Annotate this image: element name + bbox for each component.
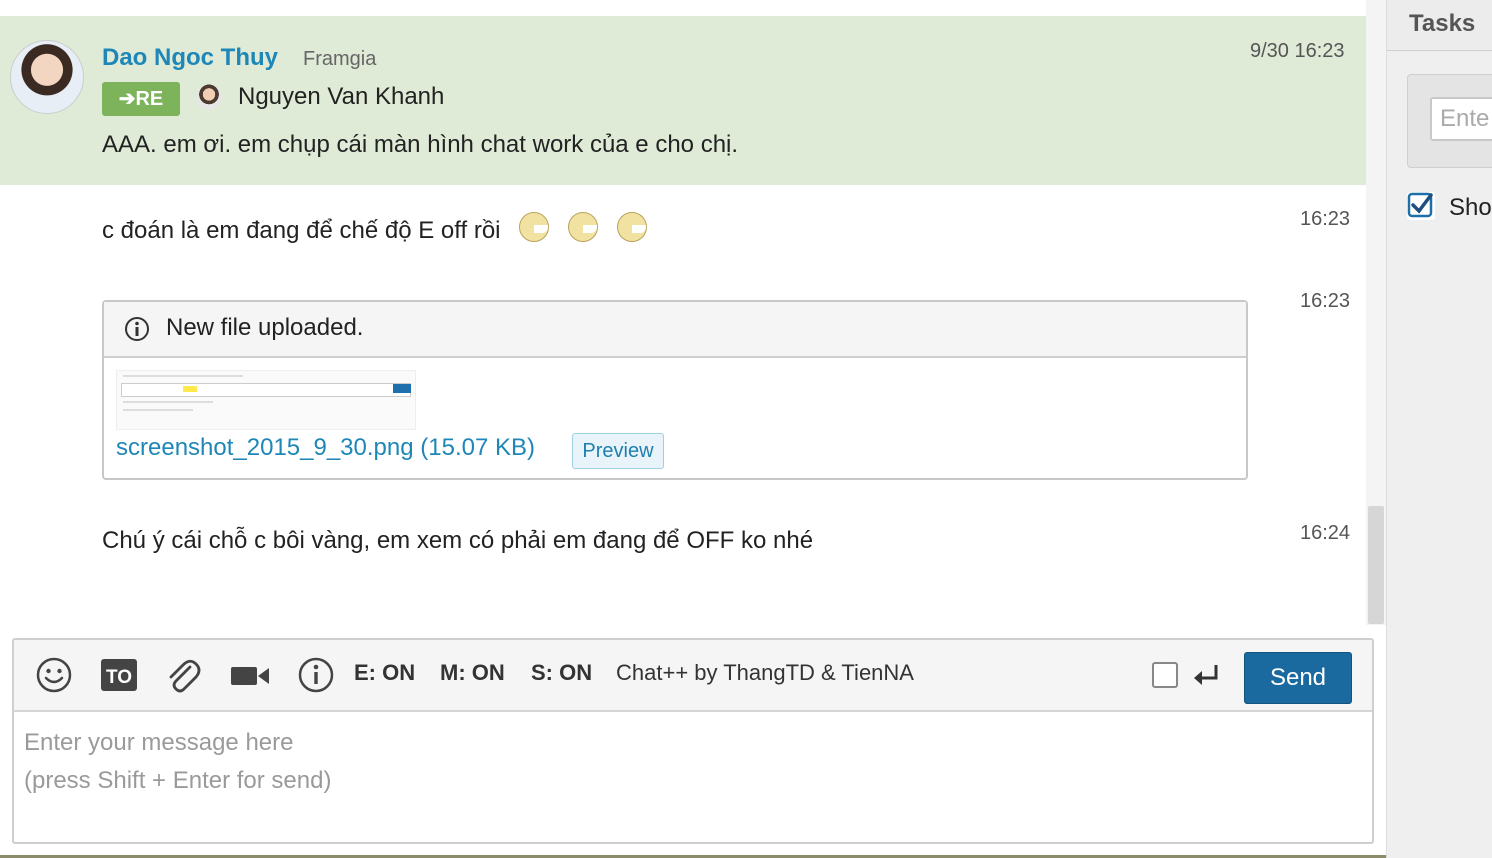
show-tasks-checkbox[interactable]	[1407, 192, 1435, 220]
info-icon[interactable]	[298, 657, 334, 693]
preview-button[interactable]: Preview	[572, 433, 664, 469]
re-label: RE	[135, 88, 164, 110]
scrollbar-thumb[interactable]	[1368, 506, 1384, 624]
file-card-header: New file uploaded.	[104, 302, 1246, 358]
message-text: Chú ý cái chỗ c bôi vàng, em xem có phải…	[102, 527, 814, 554]
to-mention-icon[interactable]: TO	[100, 657, 138, 693]
s-status-toggle[interactable]: S: ON	[531, 660, 592, 686]
tasks-header: Tasks	[1387, 0, 1492, 51]
file-link[interactable]: screenshot_2015_9_30.png (15.07 KB)	[116, 434, 535, 462]
m-status-toggle[interactable]: M: ON	[440, 660, 505, 686]
re-badge[interactable]: ➔RE	[102, 82, 180, 116]
message-row: c đoán là em đang để chế độ E off rồi	[102, 212, 647, 245]
emoticon-icon	[519, 212, 550, 242]
message-timestamp: 16:23	[1300, 208, 1351, 230]
emoticon-icon	[616, 212, 647, 242]
message-text: AAA. em ơi. em chụp cái màn hình chat wo…	[102, 131, 739, 158]
message-text: c đoán là em đang để chế độ E off rồi	[102, 217, 501, 244]
emoticon-icon	[567, 212, 598, 242]
show-tasks-label: Sho	[1449, 194, 1492, 221]
avatar[interactable]	[10, 40, 84, 114]
tasks-sidebar: Tasks Sho	[1386, 0, 1492, 858]
message-composer: TO E: ON M: ON S: ON Chat++ by ThangTD &…	[12, 638, 1374, 856]
task-input-panel	[1407, 74, 1492, 168]
attachment-icon[interactable]	[164, 657, 202, 695]
info-icon	[125, 317, 149, 341]
plugin-credit: Chat++ by ThangTD & TienNA	[616, 660, 914, 685]
message-input[interactable]	[14, 712, 1374, 856]
file-upload-card: New file uploaded. screenshot_2015_9_30.…	[102, 300, 1248, 480]
message-timestamp: 9/30 16:23	[1250, 40, 1345, 62]
message-timestamp: 16:24	[1300, 522, 1351, 544]
svg-text:TO: TO	[106, 667, 132, 688]
file-thumbnail[interactable]	[116, 370, 416, 430]
arrow-right-icon: ➔	[118, 88, 136, 110]
video-icon[interactable]	[230, 664, 270, 688]
file-card-title: New file uploaded.	[166, 314, 364, 341]
chat-timeline: Dao Ngoc Thuy Framgia 9/30 16:23 ➔RE Ngu…	[0, 0, 1366, 625]
sender-name[interactable]: Dao Ngoc Thuy	[102, 44, 278, 72]
composer-toolbar: TO E: ON M: ON S: ON Chat++ by ThangTD &…	[14, 640, 1372, 712]
tasks-title: Tasks	[1409, 10, 1476, 37]
sender-org: Framgia	[303, 48, 377, 70]
enter-key-icon	[1194, 665, 1218, 685]
send-button[interactable]: Send	[1244, 652, 1352, 704]
emoticon-picker-icon[interactable]	[36, 657, 72, 693]
enter-to-send-checkbox[interactable]	[1152, 662, 1178, 688]
reply-avatar	[196, 84, 222, 110]
reply-to-name: Nguyen Van Khanh	[238, 83, 445, 110]
task-input[interactable]	[1430, 97, 1492, 141]
message-timestamp: 16:23	[1300, 290, 1351, 312]
e-status-toggle[interactable]: E: ON	[354, 660, 415, 686]
